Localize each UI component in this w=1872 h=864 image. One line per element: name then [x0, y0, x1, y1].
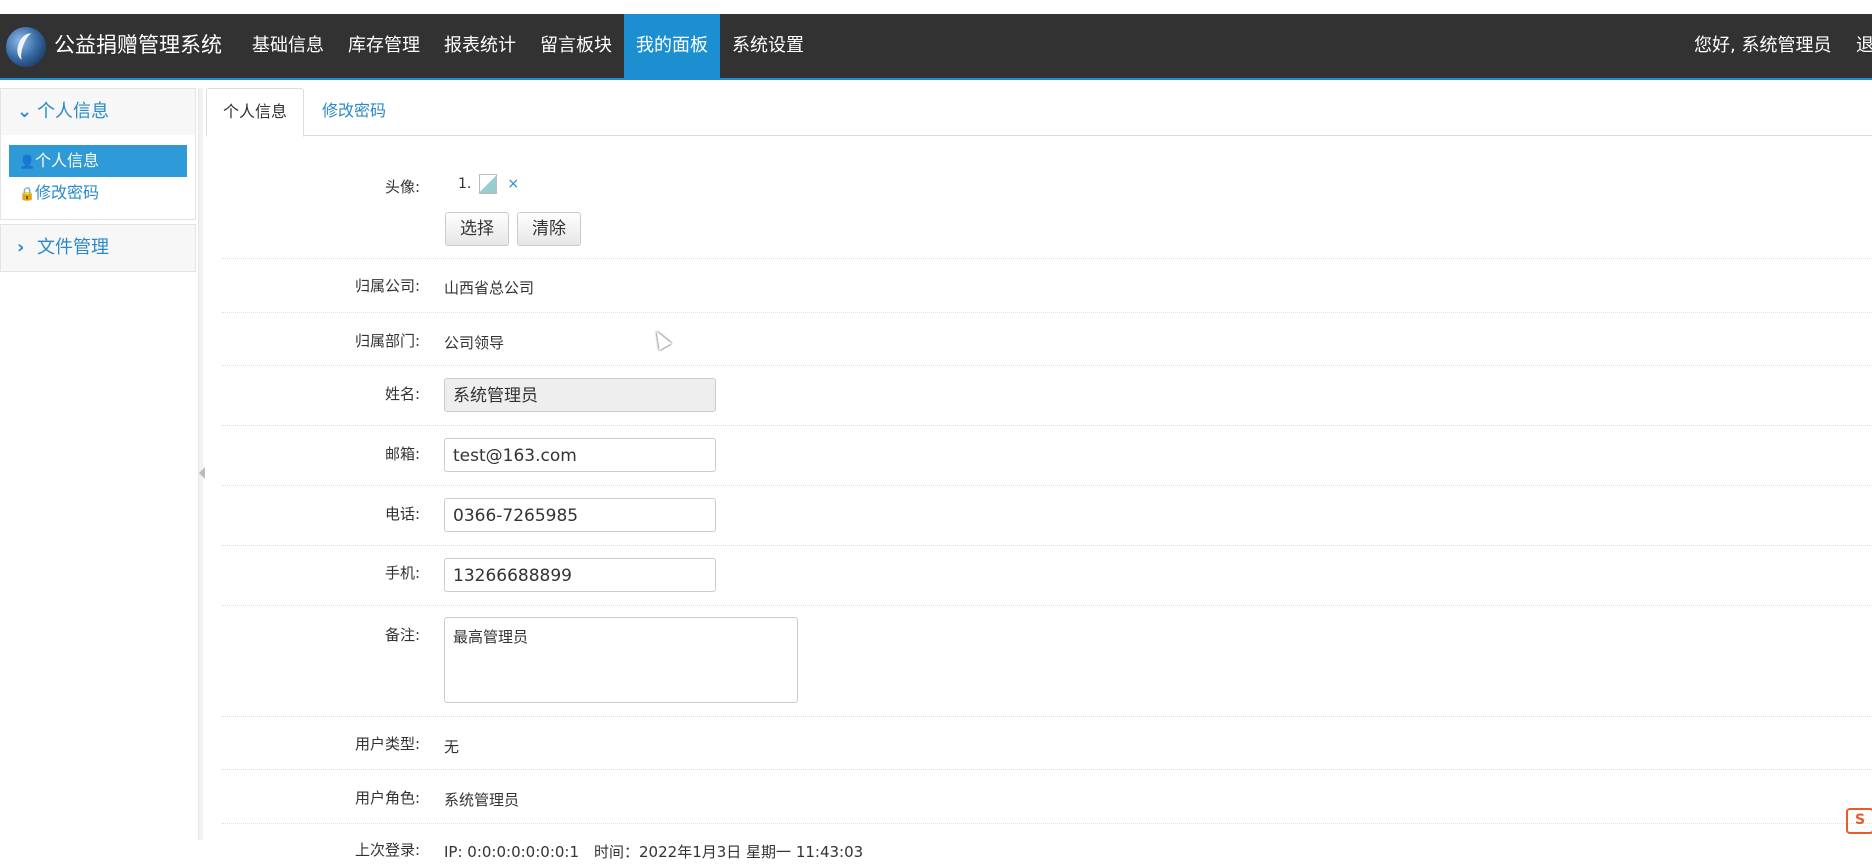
last-login-label: 上次登录:	[354, 841, 420, 859]
sidebar-group-title: 文件管理	[37, 237, 109, 258]
brand-title: 公益捐赠管理系统	[54, 33, 222, 57]
collapse-arrow-icon[interactable]	[199, 467, 205, 479]
top-strip	[0, 0, 1872, 14]
avatar-remove-icon[interactable]: ×	[507, 176, 519, 192]
tab-change-password[interactable]: 修改密码	[306, 88, 402, 134]
tab-personal-info[interactable]: 个人信息	[206, 88, 305, 137]
user-type-value: 无	[444, 738, 460, 756]
sidebar-item-label: 个人信息	[35, 151, 100, 170]
remarks-label: 备注:	[384, 626, 420, 644]
user-role-value: 系统管理员	[444, 791, 520, 809]
user-icon: 👤	[19, 155, 36, 170]
remarks-textarea[interactable]: 最高管理员	[444, 617, 798, 703]
department-label: 归属部门:	[354, 332, 420, 350]
chevron-down-icon: ⌄	[17, 101, 33, 122]
phone-field[interactable]: 0366-7265985	[444, 498, 716, 532]
logout-link[interactable]: 退	[1856, 14, 1872, 78]
row-user-type: 用户类型: 无	[222, 717, 1872, 770]
name-field: 系统管理员	[444, 378, 716, 412]
email-field[interactable]: test@163.com	[444, 438, 716, 472]
sidebar-item-label: 修改密码	[35, 183, 100, 202]
menu-inventory[interactable]: 库存管理	[336, 14, 432, 78]
sidebar-group-files: › 文件管理	[0, 224, 196, 272]
menu-my-panel[interactable]: 我的面板	[624, 14, 720, 78]
name-label: 姓名:	[384, 385, 420, 403]
row-phone: 电话: 0366-7265985	[222, 486, 1872, 546]
user-type-label: 用户类型:	[354, 735, 420, 753]
menu-reports[interactable]: 报表统计	[432, 14, 528, 78]
row-user-role: 用户角色: 系统管理员	[222, 770, 1872, 824]
row-mobile: 手机: 13266688899	[222, 546, 1872, 606]
user-greeting[interactable]: 您好, 系统管理员	[1694, 14, 1831, 78]
lock-icon: 🔒	[19, 187, 36, 202]
department-value: 公司领导	[444, 334, 505, 352]
select-avatar-button[interactable]: 选择	[445, 212, 509, 246]
company-value: 山西省总公司	[444, 279, 535, 297]
row-avatar: 头像: 1. × 选择 清除	[222, 152, 1872, 259]
mobile-label: 手机:	[384, 564, 420, 582]
avatar-image	[479, 174, 498, 194]
mobile-field[interactable]: 13266688899	[444, 558, 716, 592]
corner-s-icon[interactable]: S	[1846, 808, 1872, 834]
sidebar-group-body: 👤个人信息 🔒修改密码	[1, 135, 195, 219]
menu-basic-info[interactable]: 基础信息	[240, 14, 336, 78]
sidebar-item-personal-info[interactable]: 👤个人信息	[9, 145, 187, 177]
avatar-item-index: 1.	[458, 176, 472, 192]
top-navbar: 公益捐赠管理系统 基础信息 库存管理 报表统计 留言板块 我的面板 系统设置 您…	[0, 14, 1872, 80]
row-remarks: 备注: 最高管理员	[222, 606, 1872, 717]
sidebar-item-change-password[interactable]: 🔒修改密码	[9, 177, 187, 209]
profile-form: 头像: 1. × 选择 清除 归属公司: 山西省总公司 归属部门: 公司领导 姓名…	[222, 152, 1872, 864]
sidebar: ⌄ 个人信息 👤个人信息 🔒修改密码 › 文件管理	[0, 88, 196, 272]
row-name: 姓名: 系统管理员	[222, 366, 1872, 426]
menu-system-settings[interactable]: 系统设置	[720, 14, 816, 78]
row-email: 邮箱: test@163.com	[222, 426, 1872, 486]
clear-avatar-button[interactable]: 清除	[517, 212, 581, 246]
logo-icon	[6, 27, 46, 67]
avatar-label: 头像:	[384, 178, 420, 196]
last-login-value: IP: 0:0:0:0:0:0:0:1 时间：2022年1月3日 星期一 11:…	[444, 843, 864, 861]
chevron-right-icon: ›	[17, 237, 25, 258]
email-label: 邮箱:	[384, 445, 420, 463]
sidebar-group-files-header[interactable]: › 文件管理	[1, 225, 195, 271]
row-department: 归属部门: 公司领导	[222, 313, 1872, 366]
company-label: 归属公司:	[354, 277, 420, 295]
sidebar-group-title: 个人信息	[37, 101, 109, 122]
sidebar-group-personal: ⌄ 个人信息 👤个人信息 🔒修改密码	[0, 88, 196, 220]
user-role-label: 用户角色:	[354, 789, 420, 807]
sidebar-group-personal-header[interactable]: ⌄ 个人信息	[1, 89, 195, 135]
main-menu: 基础信息 库存管理 报表统计 留言板块 我的面板 系统设置	[240, 14, 816, 78]
row-last-login: 上次登录: IP: 0:0:0:0:0:0:0:1 时间：2022年1月3日 星…	[222, 824, 1872, 864]
tab-bar: 个人信息 修改密码	[206, 88, 1872, 137]
phone-label: 电话:	[384, 505, 420, 523]
avatar-file-list: 1. ×	[458, 174, 519, 194]
menu-messages[interactable]: 留言板块	[528, 14, 624, 78]
sidebar-splitter[interactable]	[198, 88, 203, 840]
row-company: 归属公司: 山西省总公司	[222, 259, 1872, 313]
